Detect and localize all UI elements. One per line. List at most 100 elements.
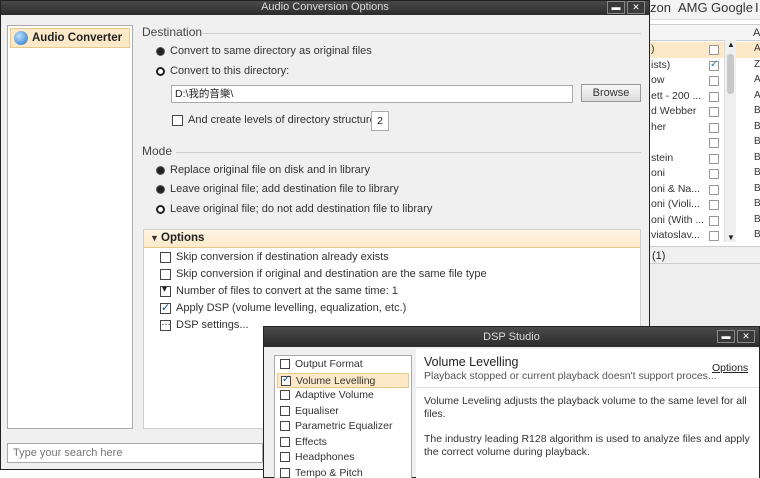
scroll-up-icon[interactable]: ▲ [727,40,735,49]
dsp-module-label: Headphones [295,451,355,463]
radio-leave-add[interactable]: Leave original file; add destination fil… [156,183,399,197]
row-checkbox[interactable] [709,200,719,210]
dsp-options-link[interactable]: Options [712,362,748,374]
toolbar-link-amazon[interactable]: zon [650,0,671,15]
row-checkbox[interactable] [709,138,719,148]
skip-exists-checkbox[interactable]: Skip conversion if destination already e… [160,251,389,265]
dsp-settings-button[interactable]: DSP settings... [160,317,260,333]
file-list-row[interactable]: oni (With ... B [646,213,760,229]
browse-button[interactable]: Browse [581,84,641,102]
row-checkbox[interactable] [709,231,719,241]
file-list-row[interactable]: oni (Violi... B [646,197,760,213]
checkbox-label: Skip conversion if original and destinat… [176,268,487,280]
dsp-module-checkbox[interactable] [281,374,291,386]
file-list-row[interactable]: oni B [646,166,760,182]
file-list-scrollbar[interactable]: ▲ ▼ [724,40,736,242]
scrollbar-thumb[interactable] [727,54,734,94]
row-checkbox[interactable] [709,91,719,102]
dsp-close-button[interactable]: ✕ [737,330,755,343]
row-checkbox[interactable] [709,76,719,86]
radio-replace-original[interactable]: Replace original file on disk and in lib… [156,164,376,178]
apply-dsp-checkbox[interactable]: Apply DSP (volume levelling, equalizatio… [160,301,406,316]
radio-label: Convert to this directory: [170,65,290,77]
dsp-title-bar[interactable]: DSP Studio ▬ ✕ [264,327,759,347]
directory-input[interactable]: D:\我的音樂\ [171,85,573,103]
window-title-bar[interactable]: Audio Conversion Options ▬ ✕ [1,1,649,15]
row-right-text: B [754,229,760,240]
file-list-row[interactable]: her B [646,120,760,136]
radio-leave-no-add[interactable]: Leave original file; do not add destinat… [156,203,432,217]
dsp-module-item[interactable]: Output Format [277,357,409,373]
levels-input[interactable]: 2 [371,111,389,131]
checkbox-label: And create levels of directory structure [188,114,376,126]
search-box[interactable] [7,443,263,463]
minimize-button[interactable]: ▬ [607,1,625,14]
dsp-settings-label: DSP settings... [176,319,249,331]
toolbar-link-google[interactable]: Google [711,0,753,15]
collapse-arrow-icon[interactable]: ▼ [150,233,159,243]
file-list-row[interactable]: d Webber B [646,104,760,120]
checkbox-box [160,252,171,263]
dsp-module-checkbox[interactable] [280,390,290,400]
file-list-row[interactable]: oni & Na... B [646,182,760,198]
search-input[interactable] [8,444,262,462]
row-text: viatoslav... [651,229,700,241]
file-list-row[interactable]: ow A [646,73,760,89]
dsp-module-list: Output Format Volume Levelling Adaptive Vo… [274,355,412,478]
status-count: (1) [652,250,666,262]
row-checkbox[interactable] [709,122,719,133]
file-list-header[interactable]: A [646,25,760,41]
row-text: oni [651,167,666,179]
converter-item-audio[interactable]: Audio Converter [10,28,130,48]
file-list-row[interactable]: viatoslav... B [646,228,760,244]
file-list-row[interactable]: B [646,135,760,151]
row-right-text: B [754,151,760,163]
close-button[interactable]: ✕ [627,1,645,14]
ellipsis-icon [160,317,171,331]
dsp-module-checkbox[interactable] [280,452,290,462]
dsp-module-item[interactable]: Effects [277,435,409,451]
file-list-row[interactable]: ett - 200 ... A [646,89,760,105]
mode-header: Mode [142,144,173,158]
row-text: ists) [651,58,671,71]
dsp-module-item[interactable]: Adaptive Volume [277,388,409,404]
dsp-module-item[interactable]: Equaliser [277,404,409,420]
dsp-minimize-button[interactable]: ▬ [717,330,735,343]
skip-same-type-checkbox[interactable]: Skip conversion if original and destinat… [160,268,487,282]
dsp-module-label: Equaliser [295,404,339,417]
dsp-module-item[interactable]: Tempo & Pitch [277,466,409,478]
toolbar-link-other[interactable]: I [755,0,759,15]
dsp-module-checkbox[interactable] [280,359,290,369]
row-checkbox[interactable] [709,59,719,71]
dsp-module-label: Tempo & Pitch [295,466,363,478]
row-text: ow [651,74,665,86]
file-list-row[interactable]: stein B [646,151,760,167]
radio-indicator [156,185,165,194]
divider [201,33,641,34]
row-checkbox[interactable] [709,215,719,226]
scroll-down-icon[interactable]: ▼ [727,233,735,242]
dsp-module-item[interactable]: Volume Levelling [277,372,409,388]
radio-this-directory[interactable]: Convert to this directory: [156,65,356,79]
row-checkbox[interactable] [709,107,719,117]
create-levels-checkbox[interactable]: And create levels of directory structure [172,114,376,128]
column-header[interactable]: A [753,27,760,39]
dsp-module-item[interactable]: Parametric Equalizer [277,419,409,435]
dsp-module-item[interactable]: Headphones [277,450,409,466]
row-right-text: B [754,105,760,116]
dsp-module-checkbox[interactable] [280,467,290,478]
row-checkbox[interactable] [709,184,719,195]
row-checkbox[interactable] [709,45,719,55]
dsp-module-checkbox[interactable] [280,405,290,416]
file-list-row[interactable]: ists) Z [646,58,760,74]
toolbar-link-amg[interactable]: AMG [678,0,708,15]
num-files-dropdown[interactable]: Number of files to convert at the same t… [160,284,398,299]
dsp-module-checkbox[interactable] [280,421,290,431]
row-checkbox[interactable] [709,169,719,179]
options-panel-header[interactable]: ▼ Options [144,230,640,248]
row-checkbox[interactable] [709,153,719,164]
radio-same-directory[interactable]: Convert to same directory as original fi… [156,45,416,59]
file-list-row[interactable]: ) A [646,42,760,58]
dsp-module-label: Output Format [295,358,363,370]
dsp-module-checkbox[interactable] [280,436,290,447]
